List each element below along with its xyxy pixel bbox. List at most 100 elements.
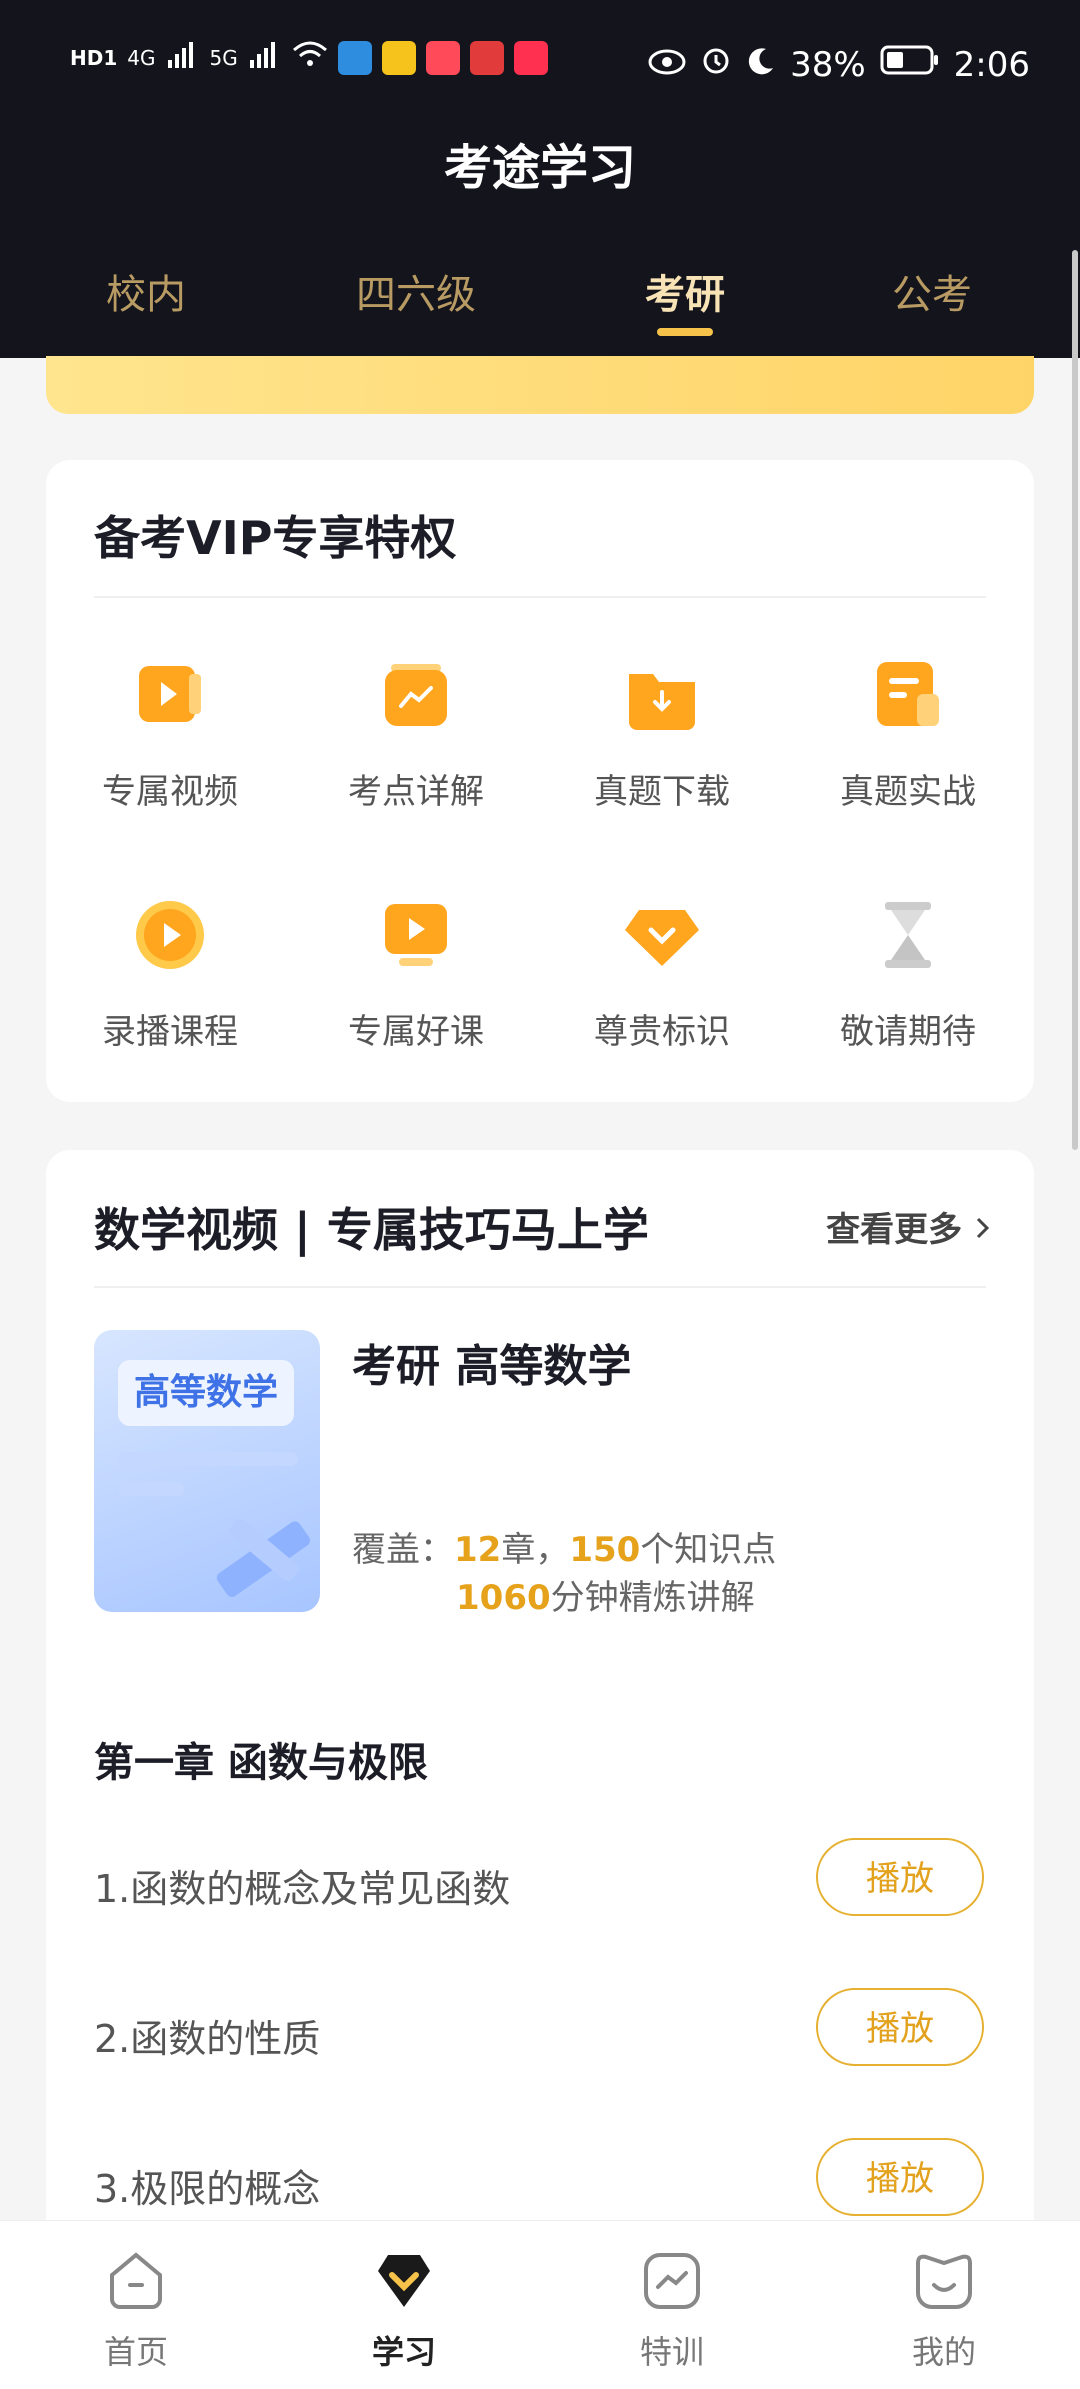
battery-icon — [880, 44, 940, 85]
divider — [94, 1286, 986, 1288]
vip-item-label: 真题下载 — [594, 772, 730, 812]
tab-indicator — [657, 328, 713, 336]
coverage-prefix: 覆盖： — [352, 1530, 454, 1570]
view-more-label: 查看更多 — [826, 1210, 963, 1250]
scrollbar[interactable] — [1072, 250, 1078, 1150]
minute-count: 1060 — [456, 1578, 551, 1618]
hourglass-icon — [863, 890, 953, 980]
chapter-unit: 章， — [501, 1530, 570, 1570]
vip-item-label: 录播课程 — [102, 1012, 238, 1052]
weibo-icon — [381, 40, 416, 75]
tab-campus[interactable]: 校内 — [46, 262, 246, 320]
vip-title: 备考VIP专享特权 — [94, 511, 457, 565]
nav-profile[interactable]: 我的 — [864, 2249, 1024, 2373]
vip-item-courses[interactable]: 专属好课 — [306, 890, 526, 1053]
status-left: HD1 4G 5G — [70, 40, 548, 75]
clock-time: 2:06 — [953, 44, 1030, 85]
app-icon-red — [469, 40, 504, 75]
play-button[interactable]: 播放 — [816, 1838, 984, 1916]
alarm-icon — [700, 44, 732, 85]
vip-item-label: 尊贵标识 — [594, 1012, 730, 1052]
app-title: 考途学习 — [443, 140, 636, 196]
tab-label: 考研 — [645, 272, 725, 318]
battery-percent: 38% — [790, 44, 866, 85]
play-button[interactable]: 播放 — [816, 1988, 984, 2066]
status-right: 38% 2:06 — [648, 44, 1030, 85]
course-thumbnail[interactable]: 高等数学 — [94, 1330, 320, 1612]
vip-item-recorded[interactable]: 录播课程 — [60, 890, 280, 1053]
nav-label: 我的 — [911, 2333, 976, 2371]
vip-item-label: 专属好课 — [348, 1012, 484, 1052]
ruler-pencil-icon — [204, 1500, 320, 1612]
signal-4g-label: 4G — [127, 45, 156, 70]
home-icon — [56, 2249, 216, 2317]
play-button[interactable]: 播放 — [816, 2138, 984, 2216]
thumb-line — [118, 1482, 184, 1496]
vip-item-coming-soon[interactable]: 敬请期待 — [798, 890, 1018, 1053]
diamond-badge-icon — [617, 890, 707, 980]
header: HD1 4G 5G 38% 2:06 考途学习 校内 四六级 考研 公考 — [0, 0, 1080, 358]
vip-item-keypoints[interactable]: 考点详解 — [306, 650, 526, 813]
study-icon — [324, 2249, 484, 2317]
recorded-play-icon — [125, 890, 215, 980]
tab-civil-exam[interactable]: 公考 — [832, 262, 1032, 320]
xiaohongshu-icon — [513, 40, 548, 75]
thumb-line — [118, 1452, 298, 1466]
category-tabs: 校内 四六级 考研 公考 — [0, 262, 1080, 342]
reader-app-icon — [425, 40, 460, 75]
download-folder-icon — [617, 650, 707, 740]
promo-banner[interactable] — [46, 356, 1034, 414]
lesson-item[interactable]: 1.函数的概念及常见函数 — [94, 1858, 510, 1913]
chart-icon — [371, 650, 461, 740]
vip-item-label: 敬请期待 — [840, 1012, 976, 1052]
course-duration: 1060分钟精炼讲解 — [456, 1570, 755, 1619]
signal-5g-label: 5G — [209, 45, 238, 70]
tab-label: 校内 — [106, 272, 186, 318]
document-icon — [863, 650, 953, 740]
tab-label: 四六级 — [356, 272, 476, 318]
tab-cet[interactable]: 四六级 — [316, 262, 516, 320]
vip-item-video[interactable]: 专属视频 — [60, 650, 280, 813]
knowledge-point-unit: 个知识点 — [640, 1530, 777, 1570]
wifi-icon — [292, 40, 328, 75]
lesson-item[interactable]: 3.极限的概念 — [94, 2158, 320, 2213]
signal-icon-2 — [248, 40, 282, 75]
nav-study[interactable]: 学习 — [324, 2249, 484, 2373]
lesson-item[interactable]: 2.函数的性质 — [94, 2008, 320, 2063]
math-video-card: 数学视频 | 专属技巧马上学 查看更多 高等数学 考研 高等数学 覆盖：12章，… — [46, 1150, 1034, 2250]
vip-item-download[interactable]: 真题下载 — [552, 650, 772, 813]
nav-training[interactable]: 特训 — [592, 2249, 752, 2373]
nav-label: 首页 — [103, 2333, 168, 2371]
app-notification-icon — [337, 40, 372, 75]
vip-item-label: 专属视频 — [102, 772, 238, 812]
math-section-title: 数学视频 | 专属技巧马上学 — [94, 1203, 649, 1257]
sim-indicator: HD1 — [70, 45, 118, 70]
nav-label: 学习 — [371, 2333, 436, 2371]
video-icon — [125, 650, 215, 740]
moon-icon — [746, 45, 776, 85]
profile-icon — [864, 2249, 1024, 2317]
tab-kaoyan[interactable]: 考研 — [585, 262, 785, 336]
vip-item-practice[interactable]: 真题实战 — [798, 650, 1018, 813]
chapter-title: 第一章 函数与极限 — [94, 1740, 428, 1786]
vip-item-label: 真题实战 — [840, 772, 976, 812]
vip-privileges-card: 备考VIP专享特权 专属视频 考点详解 真题下载 真题实战 录播课程 专属好课 … — [46, 460, 1034, 1102]
nav-home[interactable]: 首页 — [56, 2249, 216, 2373]
chevron-right-icon — [974, 1210, 992, 1250]
minute-unit: 分钟精炼讲解 — [550, 1578, 755, 1618]
vip-item-badge[interactable]: 尊贵标识 — [552, 890, 772, 1053]
training-icon — [592, 2249, 752, 2317]
nav-label: 特训 — [639, 2333, 704, 2371]
chapter-count: 12 — [454, 1530, 502, 1570]
bottom-nav: 首页 学习 特训 我的 — [0, 2220, 1080, 2389]
view-more-link[interactable]: 查看更多 — [826, 1202, 992, 1251]
eye-icon — [648, 45, 686, 85]
knowledge-point-count: 150 — [569, 1530, 641, 1570]
status-bar: HD1 4G 5G 38% 2:06 — [0, 0, 1080, 130]
course-title: 考研 高等数学 — [352, 1341, 632, 1392]
course-coverage: 覆盖：12章，150个知识点 — [352, 1522, 776, 1571]
course-tag: 高等数学 — [118, 1360, 294, 1426]
divider — [94, 596, 986, 598]
signal-icon — [166, 40, 200, 75]
tv-play-icon — [371, 890, 461, 980]
